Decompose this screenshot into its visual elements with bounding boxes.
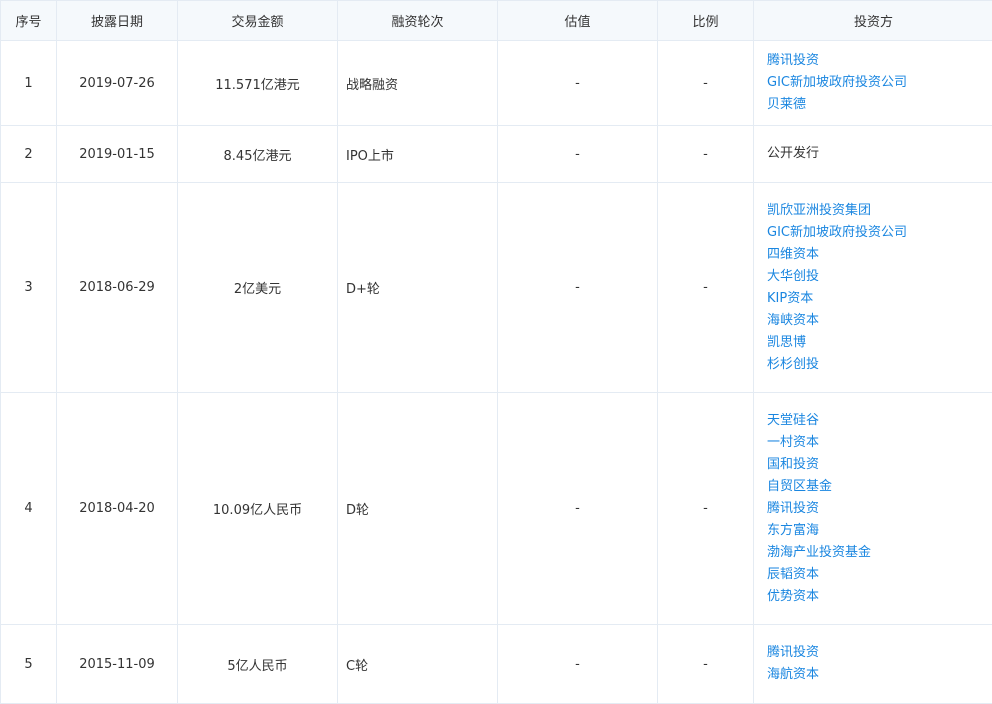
cell-amount: 10.09亿人民币 [178, 393, 338, 625]
cell-investors: 腾讯投资 GIC新加坡政府投资公司 贝莱德 [754, 41, 992, 126]
cell-round: D轮 [338, 393, 498, 625]
investor-link[interactable]: 四维资本 [767, 244, 992, 266]
cell-investors: 凯欣亚洲投资集团 GIC新加坡政府投资公司 四维资本 大华创投 KIP资本 海峡… [754, 183, 992, 393]
investor-link[interactable]: 凯思博 [767, 332, 992, 354]
investor-link[interactable]: 凯欣亚洲投资集团 [767, 200, 992, 222]
cell-round: C轮 [338, 625, 498, 704]
cell-date: 2018-04-20 [57, 393, 178, 625]
cell-amount: 2亿美元 [178, 183, 338, 393]
investor-link[interactable]: 一村资本 [767, 432, 992, 454]
investor-link[interactable]: 腾讯投资 [767, 50, 992, 72]
cell-investors: 公开发行 [754, 126, 992, 183]
investor-link[interactable]: 腾讯投资 [767, 642, 992, 664]
cell-ratio: - [658, 41, 754, 126]
cell-ratio: - [658, 126, 754, 183]
cell-valuation: - [498, 625, 658, 704]
header-ratio: 比例 [658, 1, 754, 41]
investor-link[interactable]: 海航资本 [767, 664, 992, 686]
cell-ratio: - [658, 393, 754, 625]
cell-round: IPO上市 [338, 126, 498, 183]
cell-amount: 8.45亿港元 [178, 126, 338, 183]
table-row: 4 2018-04-20 10.09亿人民币 D轮 - - 天堂硅谷 一村资本 … [1, 393, 992, 625]
table-row: 5 2015-11-09 5亿人民币 C轮 - - 腾讯投资 海航资本 [1, 625, 992, 704]
investor-link[interactable]: GIC新加坡政府投资公司 [767, 72, 992, 94]
investor-link[interactable]: 国和投资 [767, 454, 992, 476]
investor-link[interactable]: 自贸区基金 [767, 476, 992, 498]
cell-index: 1 [1, 41, 57, 126]
investor-link[interactable]: 贝莱德 [767, 94, 992, 116]
investor-link[interactable]: 东方富海 [767, 520, 992, 542]
cell-index: 4 [1, 393, 57, 625]
cell-index: 3 [1, 183, 57, 393]
financing-history-table: 序号 披露日期 交易金额 融资轮次 估值 比例 投资方 1 2019-07-26… [0, 0, 992, 704]
investor-link[interactable]: 渤海产业投资基金 [767, 542, 992, 564]
cell-valuation: - [498, 126, 658, 183]
investor-link[interactable]: 杉杉创投 [767, 354, 992, 376]
header-valuation: 估值 [498, 1, 658, 41]
cell-round: D+轮 [338, 183, 498, 393]
cell-valuation: - [498, 393, 658, 625]
cell-date: 2019-07-26 [57, 41, 178, 126]
cell-date: 2018-06-29 [57, 183, 178, 393]
cell-round: 战略融资 [338, 41, 498, 126]
investor-link[interactable]: 辰韬资本 [767, 564, 992, 586]
investor-link[interactable]: 海峡资本 [767, 310, 992, 332]
header-round: 融资轮次 [338, 1, 498, 41]
cell-index: 2 [1, 126, 57, 183]
investor-link[interactable]: 大华创投 [767, 266, 992, 288]
cell-date: 2015-11-09 [57, 625, 178, 704]
cell-investors: 天堂硅谷 一村资本 国和投资 自贸区基金 腾讯投资 东方富海 渤海产业投资基金 … [754, 393, 992, 625]
table-header-row: 序号 披露日期 交易金额 融资轮次 估值 比例 投资方 [1, 1, 992, 41]
investor-link[interactable]: 优势资本 [767, 586, 992, 608]
header-amount: 交易金额 [178, 1, 338, 41]
table-row: 3 2018-06-29 2亿美元 D+轮 - - 凯欣亚洲投资集团 GIC新加… [1, 183, 992, 393]
investor-link[interactable]: KIP资本 [767, 288, 992, 310]
cell-ratio: - [658, 625, 754, 704]
cell-valuation: - [498, 183, 658, 393]
investor-link[interactable]: 腾讯投资 [767, 498, 992, 520]
header-index: 序号 [1, 1, 57, 41]
investor-link[interactable]: 天堂硅谷 [767, 410, 992, 432]
table-row: 2 2019-01-15 8.45亿港元 IPO上市 - - 公开发行 [1, 126, 992, 183]
cell-investors: 腾讯投资 海航资本 [754, 625, 992, 704]
header-date: 披露日期 [57, 1, 178, 41]
cell-amount: 11.571亿港元 [178, 41, 338, 126]
investor-link[interactable]: GIC新加坡政府投资公司 [767, 222, 992, 244]
investor-text: 公开发行 [767, 143, 992, 165]
table-row: 1 2019-07-26 11.571亿港元 战略融资 - - 腾讯投资 GIC… [1, 41, 992, 126]
cell-index: 5 [1, 625, 57, 704]
cell-amount: 5亿人民币 [178, 625, 338, 704]
cell-valuation: - [498, 41, 658, 126]
cell-ratio: - [658, 183, 754, 393]
header-investors: 投资方 [754, 1, 992, 41]
cell-date: 2019-01-15 [57, 126, 178, 183]
